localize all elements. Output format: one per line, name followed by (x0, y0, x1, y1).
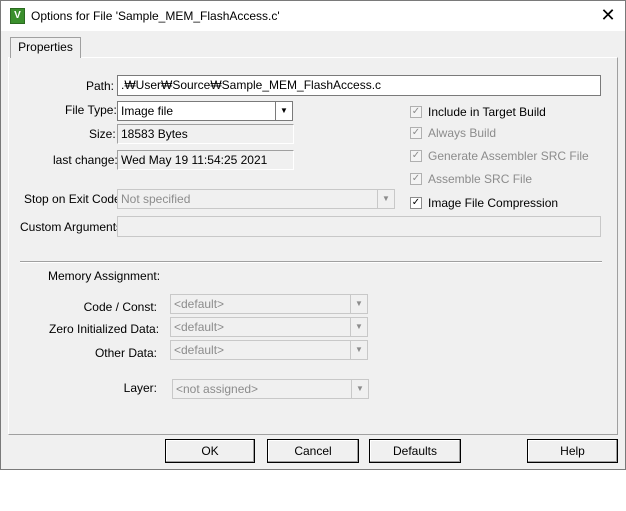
include-in-build-label: Include in Target Build (428, 105, 546, 119)
properties-panel: Path: .₩User₩Source₩Sample_MEM_FlashAcce… (8, 57, 618, 435)
help-button[interactable]: Help (527, 439, 618, 463)
chevron-down-icon[interactable]: ▼ (350, 318, 367, 336)
chevron-down-icon[interactable]: ▼ (275, 102, 292, 120)
zero-init-data-label: Zero Initialized Data: (49, 322, 160, 336)
options-dialog: V Options for File 'Sample_MEM_FlashAcce… (0, 0, 626, 470)
path-label: Path: (86, 79, 115, 93)
other-data-select[interactable]: <default> ▼ (170, 340, 368, 360)
code-const-select[interactable]: <default> ▼ (170, 294, 368, 314)
always-build-checkbox[interactable]: ✓ Always Build (410, 125, 600, 141)
chevron-down-icon[interactable]: ▼ (350, 341, 367, 359)
stop-exit-code-select[interactable]: Not specified ▼ (117, 189, 395, 209)
image-compression-label: Image File Compression (428, 196, 559, 210)
file-type-value: Image file (121, 104, 174, 118)
layer-label: Layer: (123, 381, 157, 395)
memory-assignment-heading: Memory Assignment: (48, 269, 161, 283)
window-title: Options for File 'Sample_MEM_FlashAccess… (31, 9, 280, 23)
stop-exit-code-value: Not specified (121, 192, 191, 206)
chevron-down-icon[interactable]: ▼ (350, 295, 367, 313)
checkbox-mark: ✓ (410, 127, 422, 139)
other-data-label: Other Data: (94, 346, 157, 360)
chevron-down-icon[interactable]: ▼ (351, 380, 368, 398)
layer-select[interactable]: <not assigned> ▼ (172, 379, 369, 399)
layer-value: <not assigned> (176, 382, 259, 396)
chevron-down-icon[interactable]: ▼ (377, 190, 394, 208)
tab-properties[interactable]: Properties (10, 37, 81, 58)
include-in-build-checkbox[interactable]: ✓ Include in Target Build (410, 104, 600, 120)
size-value: 18583 Bytes (117, 124, 294, 144)
always-build-label: Always Build (428, 126, 497, 140)
path-field[interactable]: .₩User₩Source₩Sample_MEM_FlashAccess.c (117, 75, 601, 96)
assemble-src-checkbox[interactable]: ✓ Assemble SRC File (410, 171, 600, 187)
ok-button[interactable]: OK (165, 439, 255, 463)
size-label: Size: (89, 127, 116, 141)
zero-init-data-select[interactable]: <default> ▼ (170, 317, 368, 337)
stop-exit-code-label: Stop on Exit Code: (24, 192, 125, 206)
checkbox-mark: ✓ (410, 197, 422, 209)
checkbox-mark: ✓ (410, 106, 422, 118)
title-bar: V Options for File 'Sample_MEM_FlashAcce… (1, 1, 625, 31)
last-change-value: Wed May 19 11:54:25 2021 (117, 150, 294, 170)
code-const-value: <default> (174, 297, 225, 311)
assemble-src-label: Assemble SRC File (428, 172, 533, 186)
keil-uvision-icon: V (10, 8, 25, 24)
divider (20, 261, 602, 263)
defaults-button[interactable]: Defaults (369, 439, 461, 463)
generate-asm-src-checkbox[interactable]: ✓ Generate Assembler SRC File (410, 148, 600, 164)
file-type-select[interactable]: Image file ▼ (117, 101, 293, 121)
checkbox-mark: ✓ (410, 173, 422, 185)
close-icon[interactable]: ✕ (594, 5, 622, 27)
custom-arguments-label: Custom Arguments: (20, 220, 126, 234)
image-compression-checkbox[interactable]: ✓ Image File Compression (410, 195, 600, 211)
cancel-button[interactable]: Cancel (267, 439, 359, 463)
checkbox-mark: ✓ (410, 150, 422, 162)
zero-init-data-value: <default> (174, 320, 225, 334)
generate-asm-src-label: Generate Assembler SRC File (428, 149, 589, 163)
last-change-label: last change: (53, 153, 118, 167)
file-type-label: File Type: (65, 103, 117, 117)
custom-arguments-input[interactable] (117, 216, 601, 237)
other-data-value: <default> (174, 343, 225, 357)
code-const-label: Code / Const: (83, 300, 157, 314)
